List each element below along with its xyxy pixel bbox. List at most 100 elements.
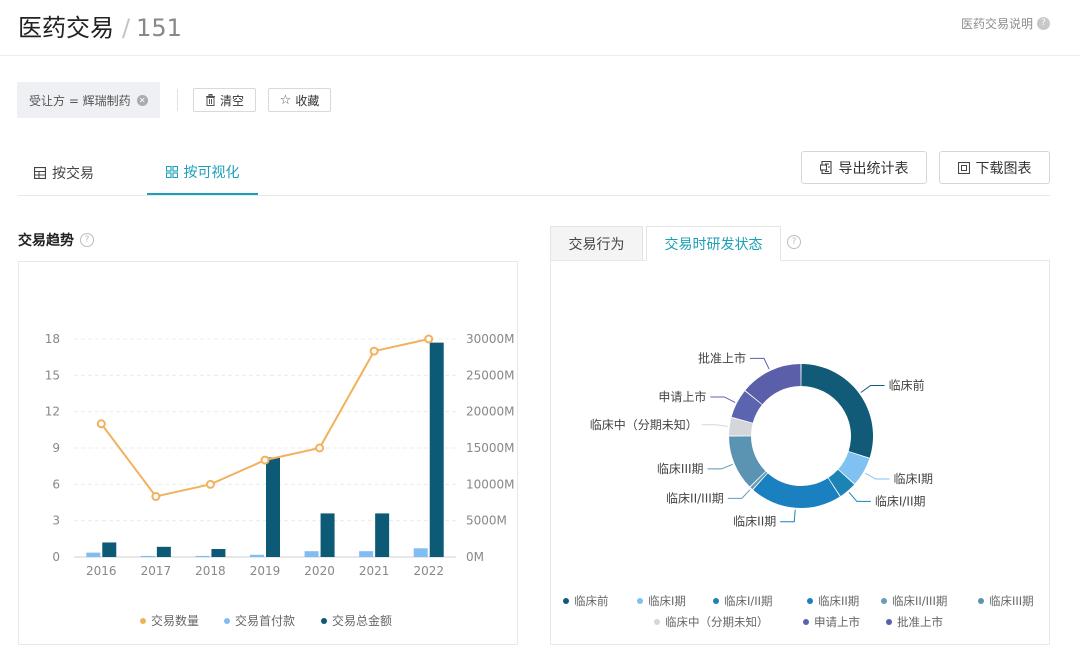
legend-label: 临床I/II期 <box>724 594 773 608</box>
trend-section-title: 交易趋势 ? <box>18 230 94 250</box>
download-chart-label: 下载图表 <box>975 160 1032 177</box>
tab-by-visualization[interactable]: 按可视化 <box>147 150 258 195</box>
legend-label: 交易数量 <box>151 613 199 628</box>
help-link-label: 医药交易说明 <box>960 17 1033 31</box>
status-donut-chart: 临床前临床I期临床I/II期临床II期临床II/III期临床III期临床中（分期… <box>563 350 1034 629</box>
slice-label: 临床I/II期 <box>875 494 926 508</box>
slice-label-line <box>701 424 728 427</box>
trash-icon <box>205 94 215 106</box>
bar-total-amount <box>266 457 280 557</box>
trend-chart-panel: 0 3 6 9 12 15 18 0M 5000M 10000M 15000M 20000M 25000… <box>18 261 518 645</box>
slice-label: 临床前 <box>889 377 925 392</box>
favorite-button-label: 收藏 <box>295 93 320 108</box>
bar-down-payment <box>359 551 374 557</box>
donut-slice <box>753 473 840 508</box>
bar-total-amount <box>211 549 226 557</box>
slice-label: 临床I期 <box>893 472 933 486</box>
x-tick-label: 2016 <box>86 564 117 578</box>
y-left-tick-label: 6 <box>52 477 60 491</box>
title-separator: / <box>122 14 131 42</box>
slice-label-line <box>864 472 890 480</box>
x-tick-label: 2018 <box>195 564 226 578</box>
bar-down-payment <box>413 548 428 557</box>
legend-marker <box>886 619 892 625</box>
slice-label: 临床中（分期未知） <box>590 417 698 432</box>
question-icon[interactable]: ? <box>787 235 801 249</box>
legend-marker <box>654 619 660 625</box>
legend-marker <box>637 598 643 604</box>
bar-total-amount <box>375 513 390 557</box>
clear-button-label: 清空 <box>219 93 244 108</box>
star-icon: ☆ <box>279 92 292 108</box>
slice-label: 申请上市 <box>658 389 706 404</box>
legend-marker <box>978 598 984 604</box>
bar-down-payment <box>195 555 210 557</box>
y-right-tick-label: 20000M <box>466 405 515 419</box>
legend-label: 临床III期 <box>989 594 1034 608</box>
download-chart-button[interactable]: 下载图表 <box>939 151 1050 184</box>
close-icon[interactable]: ✕ <box>136 94 148 106</box>
download-icon <box>957 161 970 174</box>
point-deal-count <box>260 455 270 465</box>
slice-label-line <box>780 509 796 523</box>
tab-deal-behavior-label: 交易行为 <box>568 236 625 253</box>
legend-marker <box>224 618 230 624</box>
trend-chart: 0 3 6 9 12 15 18 0M 5000M 10000M 15000M 20000M 25000… <box>45 332 515 628</box>
y-right-tick-label: 10000M <box>466 477 515 491</box>
table-icon <box>34 166 46 179</box>
slice-label-line <box>848 491 871 502</box>
tab-rd-status[interactable]: 交易时研发状态 <box>646 226 781 261</box>
bar-down-payment <box>304 551 319 557</box>
tab-by-deal[interactable]: 按交易 <box>34 150 114 195</box>
line-deal-count <box>100 338 429 498</box>
title-text: 医药交易 <box>18 14 114 42</box>
slice-label-line <box>707 463 733 470</box>
legend-marker <box>807 598 813 604</box>
bar-total-amount <box>102 542 117 557</box>
legend-marker <box>713 598 719 604</box>
point-deal-count <box>315 443 325 453</box>
trend-title-text: 交易趋势 <box>18 233 74 249</box>
donut-slice <box>801 364 873 458</box>
y-left-tick-label: 0 <box>52 550 60 564</box>
y-right-tick-label: 30000M <box>466 332 515 346</box>
legend-label: 临床II/III期 <box>892 594 947 608</box>
point-deal-count <box>96 419 106 429</box>
slice-label-line <box>710 396 736 403</box>
export-icon <box>819 161 832 174</box>
tab-deal-behavior[interactable]: 交易行为 <box>550 226 643 261</box>
help-link[interactable]: 医药交易说明 ? <box>961 15 1050 32</box>
favorite-button[interactable]: ☆ 收藏 <box>268 88 331 112</box>
legend-label: 申请上市 <box>814 615 860 629</box>
point-deal-count <box>424 334 434 344</box>
point-deal-count <box>369 346 379 356</box>
filter-tag[interactable]: 受让方 = 辉瑞制药 ✕ <box>17 82 160 118</box>
export-stats-button[interactable]: 导出统计表 <box>801 151 927 184</box>
slice-label: 临床II/III期 <box>666 491 724 505</box>
legend-marker <box>803 619 809 625</box>
legend-label: 交易总金额 <box>332 613 392 628</box>
y-left-tick-label: 18 <box>45 332 60 346</box>
tab-by-deal-label: 按交易 <box>52 165 94 182</box>
page-header: 医药交易 /151 医药交易说明 ? <box>0 0 1080 56</box>
filter-tag-label: 受让方 = 辉瑞制药 <box>29 93 131 108</box>
x-tick-label: 2019 <box>250 564 281 578</box>
bar-total-amount <box>320 513 335 557</box>
y-left-tick-label: 12 <box>45 405 60 419</box>
point-deal-count <box>205 479 215 489</box>
y-right-tick-label: 15000M <box>466 441 515 455</box>
clear-button[interactable]: 清空 <box>193 88 256 112</box>
bar-down-payment <box>140 555 155 557</box>
x-tick-label: 2021 <box>359 564 390 578</box>
question-icon[interactable]: ? <box>80 233 94 247</box>
legend-label: 交易首付款 <box>235 613 295 628</box>
x-tick-label: 2017 <box>141 564 172 578</box>
x-tick-label: 2020 <box>304 564 335 578</box>
status-chart-panel: 临床前 临床I期 临床I/II期 临床II期 临床II/III期 临床III期 临床中（分期… <box>550 260 1050 645</box>
tab-by-visualization-label: 按可视化 <box>183 164 240 181</box>
y-right-tick-label: 25000M <box>466 368 515 382</box>
legend-label: 批准上市 <box>897 615 943 629</box>
tab-rd-status-label: 交易时研发状态 <box>664 236 763 253</box>
point-deal-count <box>151 491 161 501</box>
legend-label: 临床I期 <box>648 594 686 608</box>
